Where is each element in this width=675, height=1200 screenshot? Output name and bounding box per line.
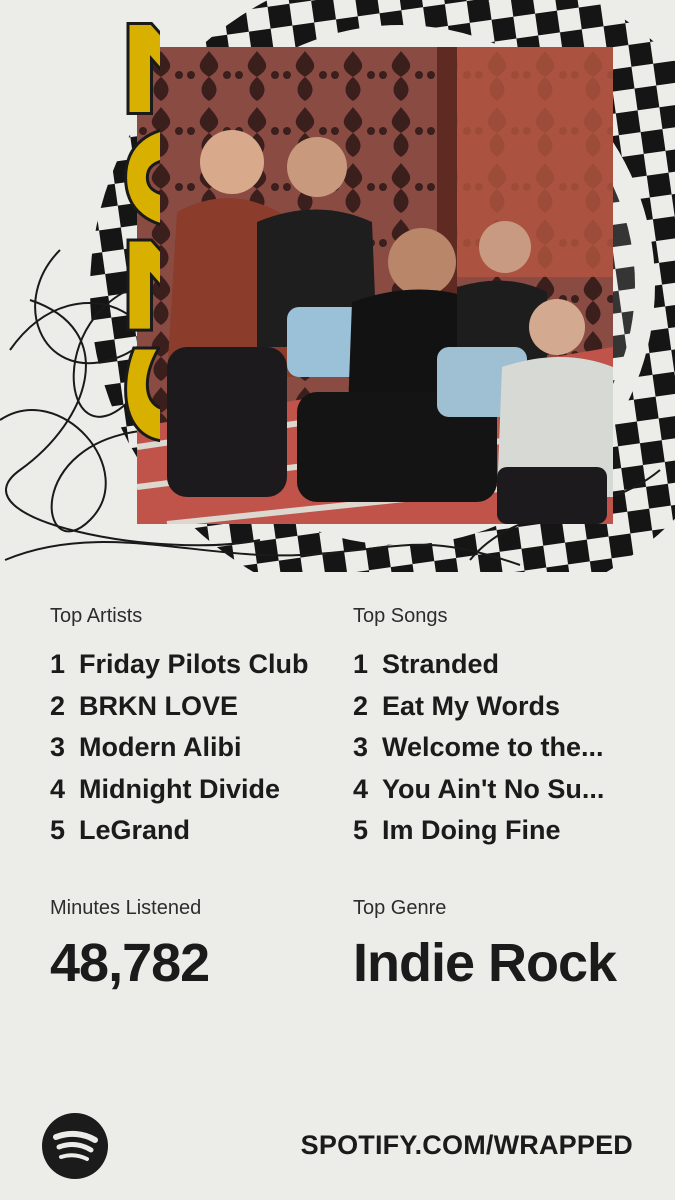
wrapped-url-link[interactable]: SPOTIFY.COM/WRAPPED xyxy=(301,1128,633,1162)
rank-number: 4 xyxy=(353,773,369,804)
song-name: Welcome to the... xyxy=(382,732,604,762)
top-artists-label: Top Artists xyxy=(50,605,143,627)
top-artists-section: Top Artists 1 Friday Pilots Club 2 BRKN LO… xyxy=(50,603,335,855)
artist-name: Midnight Divide xyxy=(79,773,280,804)
rank-number: 3 xyxy=(50,732,66,762)
list-item: 2 BRKN LOVE xyxy=(50,689,335,731)
rank-number: 3 xyxy=(353,732,369,762)
top-artists-list: 1 Friday Pilots Club 2 BRKN LOVE 3 Modern A… xyxy=(50,647,335,855)
rank-number: 4 xyxy=(50,773,66,804)
list-item: 1 Stranded xyxy=(353,647,653,689)
top-genre-value: Indie Rock xyxy=(353,933,617,993)
top-songs-label: Top Songs xyxy=(353,605,448,627)
rank-number: 2 xyxy=(353,690,369,721)
song-name: Stranded xyxy=(382,649,500,679)
song-name: Im Doing Fine xyxy=(382,815,561,845)
top-genre-stat: Top Genre Indie Rock xyxy=(353,895,617,993)
list-item: 4 You Ain't No Su... xyxy=(353,772,653,814)
top-songs-section: Top Songs 1 Stranded 2 Eat My Words 3 Welco… xyxy=(353,603,653,855)
list-item: 4 Midnight Divide xyxy=(50,772,335,814)
minutes-listened-stat: Minutes Listened 48,782 xyxy=(50,895,210,993)
top-songs-list: 1 Stranded 2 Eat My Words 3 Welcome to the.… xyxy=(353,647,653,855)
rank-number: 5 xyxy=(353,815,369,845)
list-item: 3 Modern Alibi xyxy=(50,730,335,772)
list-item: 3 Welcome to the... xyxy=(353,730,653,772)
list-item: 2 Eat My Words xyxy=(353,689,653,731)
minutes-listened-value: 48,782 xyxy=(50,933,210,993)
minutes-listened-label: Minutes Listened xyxy=(50,897,202,919)
artist-name: Modern Alibi xyxy=(79,732,242,762)
rank-number: 1 xyxy=(353,649,369,679)
artist-name: Friday Pilots Club xyxy=(79,649,309,679)
rank-number: 1 xyxy=(50,649,66,679)
rank-number: 5 xyxy=(50,815,66,845)
song-name: Eat My Words xyxy=(382,690,561,721)
list-item: 5 LeGrand xyxy=(50,813,335,855)
rank-number: 2 xyxy=(50,690,66,721)
hero-artwork: 2025 xyxy=(0,0,675,572)
year-2025-badge: 2025 xyxy=(86,9,161,445)
list-item: 1 Friday Pilots Club xyxy=(50,647,335,689)
year-2025-text: 2025 xyxy=(87,10,160,443)
band-photo xyxy=(137,47,613,524)
spotify-logo-icon xyxy=(42,1113,108,1179)
top-genre-label: Top Genre xyxy=(353,897,447,919)
artist-name: BRKN LOVE xyxy=(79,690,239,721)
song-name: You Ain't No Su... xyxy=(382,773,605,804)
list-item: 5 Im Doing Fine xyxy=(353,813,653,855)
artist-name: LeGrand xyxy=(79,815,191,845)
